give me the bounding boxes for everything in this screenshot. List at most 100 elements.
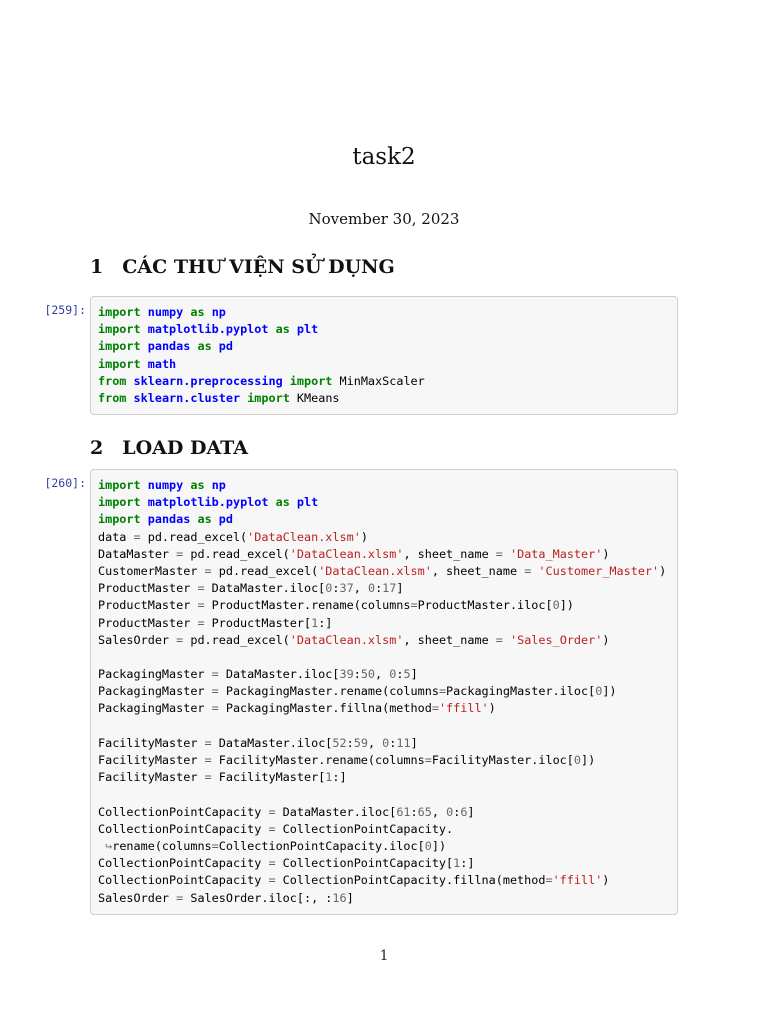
code-token: = xyxy=(495,632,503,647)
code-line: import pandas as pd xyxy=(98,511,675,528)
code-token: : xyxy=(332,581,340,596)
code-line: from sklearn.cluster import KMeans xyxy=(98,390,675,407)
code-token: = xyxy=(211,684,219,699)
code-token: , sheet_name xyxy=(431,563,525,578)
code-line: data = pd.read_excel('DataClean.xlsm') xyxy=(98,529,675,546)
code-token: ProductMaster xyxy=(98,581,198,596)
code-token: = xyxy=(133,529,141,544)
code-token: CollectionPointCapacity xyxy=(98,821,269,836)
section-title: CÁC THƯ VIỆN SỬ DỤNG xyxy=(122,256,395,278)
code-token: = xyxy=(545,873,553,888)
document-title: task2 xyxy=(352,144,416,170)
code-line: CollectionPointCapacity = CollectionPoin… xyxy=(98,872,675,889)
code-line: import numpy as np xyxy=(98,304,675,321)
code-line: CollectionPointCapacity = CollectionPoin… xyxy=(98,855,675,872)
code-token: matplotlib.pyplot xyxy=(147,495,269,510)
code-token: sklearn.cluster xyxy=(133,390,241,405)
code-token: ] xyxy=(467,804,475,819)
code-token: import xyxy=(98,305,141,319)
code-token: import xyxy=(289,373,333,388)
code-token: :] xyxy=(460,856,475,871)
code-token: = xyxy=(204,563,212,578)
code-cell-load-data: import numpy as np import matplotlib.pypl… xyxy=(90,469,678,915)
code-token: import xyxy=(247,390,290,405)
code-token: 'Data_Master' xyxy=(510,546,603,561)
code-line: import math xyxy=(98,356,675,373)
code-token: data xyxy=(98,529,134,544)
code-token: = xyxy=(495,546,503,561)
code-token: , sheet_name xyxy=(403,546,496,561)
code-token: 'Customer_Master' xyxy=(538,563,660,578)
code-token: PackagingMaster.iloc[ xyxy=(446,684,596,699)
code-token: 0 xyxy=(552,598,560,613)
code-token: from xyxy=(98,390,127,405)
code-token: np xyxy=(211,305,226,319)
code-token: ) xyxy=(602,632,610,647)
code-token: 52 xyxy=(332,735,347,750)
code-token: ]) xyxy=(602,684,617,699)
code-token: PackagingMaster xyxy=(98,684,212,699)
code-token: pandas xyxy=(147,512,191,527)
section-number: 1 xyxy=(90,256,104,278)
document-date: November 30, 2023 xyxy=(308,210,460,228)
code-token: pd xyxy=(218,339,234,354)
code-line: ↪rename(columns=CollectionPointCapacity.… xyxy=(98,838,675,855)
code-token: ] xyxy=(410,735,418,750)
code-line: PackagingMaster = PackagingMaster.fillna… xyxy=(98,700,675,717)
code-line: import matplotlib.pyplot as plt xyxy=(98,494,675,511)
code-line: CollectionPointCapacity = DataMaster.ilo… xyxy=(98,804,675,821)
code-token: matplotlib.pyplot xyxy=(147,322,269,337)
code-token: pd.read_excel( xyxy=(211,563,319,578)
code-line: CustomerMaster = pd.read_excel('DataClea… xyxy=(98,563,675,580)
code-token: plt xyxy=(296,322,319,337)
code-token: ]) xyxy=(431,838,447,853)
code-token: 0 xyxy=(573,753,581,767)
code-token: 'DataClean.xlsm' xyxy=(318,563,432,578)
code-line: SalesOrder = SalesOrder.iloc[:, :16] xyxy=(98,890,675,907)
code-token: FacilityMaster[ xyxy=(211,770,326,785)
code-token: PackagingMaster.fillna(method xyxy=(218,701,432,716)
code-token: DataMaster.iloc[ xyxy=(218,667,340,682)
code-token: :] xyxy=(332,770,347,785)
code-token: CollectionPointCapacity.iloc[ xyxy=(218,838,425,853)
code-token: , xyxy=(353,581,368,596)
code-line: from sklearn.preprocessing import MinMax… xyxy=(98,373,675,390)
code-token: = xyxy=(204,753,212,767)
code-line: DataMaster = pd.read_excel('DataClean.xl… xyxy=(98,546,675,563)
code-token: , xyxy=(375,667,390,682)
code-token: , sheet_name xyxy=(403,632,496,647)
code-token: import xyxy=(98,495,141,510)
code-line: import pandas as pd xyxy=(98,338,675,355)
code-token: DataMaster.iloc[ xyxy=(204,581,326,596)
code-token: CustomerMaster xyxy=(98,563,205,578)
code-token: CollectionPointCapacity.fillna(method xyxy=(275,873,546,888)
code-token: ProductMaster xyxy=(98,615,198,630)
cell-execution-prompt: [260]: xyxy=(44,476,86,490)
cell-execution-prompt: [259]: xyxy=(44,303,86,317)
code-token: FacilityMaster.rename(columns xyxy=(211,753,425,767)
page-number: 1 xyxy=(379,948,389,964)
code-token: ) xyxy=(360,529,368,544)
code-token: = xyxy=(410,598,418,613)
section-title: LOAD DATA xyxy=(122,437,248,459)
code-token: = xyxy=(204,735,212,750)
section-heading-load-data: 2 LOAD DATA xyxy=(90,437,248,459)
code-token: ProductMaster xyxy=(98,598,198,613)
code-token: 'DataClean.xlsm' xyxy=(247,529,361,544)
code-line: import matplotlib.pyplot as plt xyxy=(98,321,675,338)
code-token: as xyxy=(197,339,212,354)
code-token: = xyxy=(268,873,276,888)
code-token: MinMaxScaler xyxy=(332,373,425,388)
code-token: , xyxy=(367,735,383,750)
code-token: : xyxy=(410,804,418,819)
